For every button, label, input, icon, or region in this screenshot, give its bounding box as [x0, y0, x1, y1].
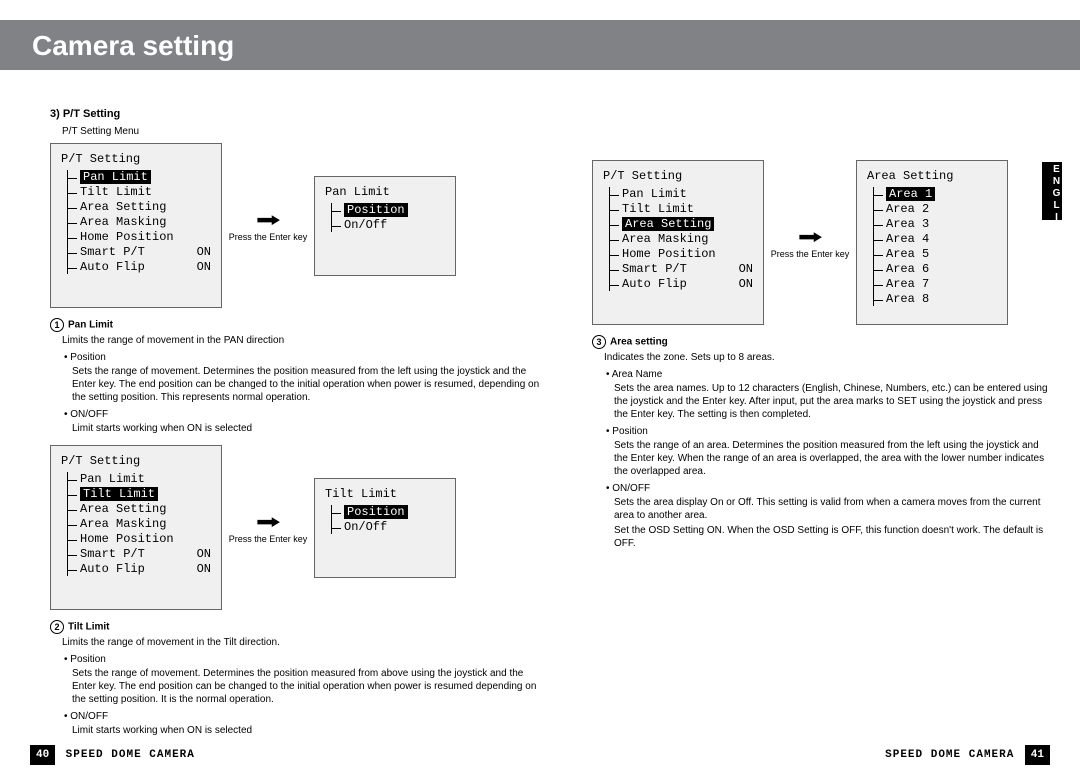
item2-b1d: Sets the range of movement. Determines t…: [72, 667, 540, 706]
menu-title: Area Setting: [867, 169, 997, 183]
item1-b2: ON/OFF: [64, 409, 540, 420]
menu-title: P/T Setting: [61, 152, 211, 166]
arrow-label: Press the Enter key: [228, 233, 308, 242]
right-column: P/T Setting Pan Limit Tilt Limit Area Se…: [592, 90, 1052, 552]
item2-b2: ON/OFF: [64, 711, 540, 722]
item-pan-limit: Pan Limit: [610, 187, 753, 201]
row-area-setting: P/T Setting Pan Limit Tilt Limit Area Se…: [592, 160, 1052, 325]
pt-menu-tilt: P/T Setting Pan Limit Tilt Limit Area Se…: [50, 445, 222, 610]
pt-menu-list: Pan Limit Tilt Limit Area Setting Area M…: [67, 170, 211, 274]
item-pan-limit: Pan Limit: [68, 170, 211, 184]
circle-3-icon: 3: [592, 335, 606, 349]
item3-b2: Position: [606, 426, 1052, 437]
footer-left: 40 SPEED DOME CAMERA: [30, 745, 201, 765]
section-heading: 3) P/T Setting: [50, 108, 540, 120]
arrow-label: Press the Enter key: [770, 250, 850, 259]
item-auto-flip: Auto FlipON: [68, 562, 211, 576]
circle-2-icon: 2: [50, 620, 64, 634]
item1-desc: Limits the range of movement in the PAN …: [62, 334, 540, 347]
item1-b2d: Limit starts working when ON is selected: [72, 422, 540, 435]
arrow-right: ➡ Press the Enter key: [222, 511, 314, 544]
item2-b1: Position: [64, 654, 540, 665]
arrow-right-icon: ➡: [798, 230, 821, 243]
circle-1-icon: 1: [50, 318, 64, 332]
item-area-setting: Area Setting: [610, 217, 753, 231]
item-position: Position: [332, 505, 445, 519]
area-2: Area 2: [874, 202, 997, 216]
item-smart-pt: Smart P/TON: [610, 262, 753, 276]
item-smart-pt: Smart P/TON: [68, 547, 211, 561]
menu-title: P/T Setting: [61, 454, 211, 468]
item-auto-flip: Auto FlipON: [68, 260, 211, 274]
row-pan-limit: P/T Setting Pan Limit Tilt Limit Area Se…: [50, 143, 540, 308]
item-home-position: Home Position: [68, 532, 211, 546]
item-home-position: Home Position: [610, 247, 753, 261]
item3-b1: Area Name: [606, 369, 1052, 380]
area-8: Area 8: [874, 292, 997, 306]
item3-b3: ON/OFF: [606, 483, 1052, 494]
item-tilt-limit: Tilt Limit: [68, 185, 211, 199]
item3-desc: Indicates the zone. Sets up to 8 areas.: [604, 351, 1052, 364]
item-area-masking: Area Masking: [68, 517, 211, 531]
item2-heading: 2Tilt Limit: [50, 620, 540, 634]
item-area-setting: Area Setting: [68, 200, 211, 214]
item3-b1d: Sets the area names. Up to 12 characters…: [614, 382, 1052, 421]
item-onoff: On/Off: [332, 218, 445, 232]
arrow-right-icon: ➡: [256, 515, 279, 528]
item-tilt-limit: Tilt Limit: [68, 487, 211, 501]
item2-desc: Limits the range of movement in the Tilt…: [62, 636, 540, 649]
item1-b1d: Sets the range of movement. Determines t…: [72, 365, 540, 404]
item-area-setting: Area Setting: [68, 502, 211, 516]
item-position: Position: [332, 203, 445, 217]
pan-limit-list: Position On/Off: [331, 203, 445, 232]
area-3: Area 3: [874, 217, 997, 231]
item3-b3d: Sets the area display On or Off. This se…: [614, 496, 1052, 522]
item3-b2d: Sets the range of an area. Determines th…: [614, 439, 1052, 478]
menu-title: P/T Setting: [603, 169, 753, 183]
arrow-right: ➡ Press the Enter key: [764, 226, 856, 259]
area-setting-menu: Area Setting Area 1 Area 2 Area 3 Area 4…: [856, 160, 1008, 325]
area-7: Area 7: [874, 277, 997, 291]
pan-limit-menu: Pan Limit Position On/Off: [314, 176, 456, 276]
item-smart-pt: Smart P/TON: [68, 245, 211, 259]
item-area-masking: Area Masking: [610, 232, 753, 246]
pt-menu-list: Pan Limit Tilt Limit Area Setting Area M…: [67, 472, 211, 576]
item-onoff: On/Off: [332, 520, 445, 534]
area-list: Area 1 Area 2 Area 3 Area 4 Area 5 Area …: [873, 187, 997, 306]
area-6: Area 6: [874, 262, 997, 276]
item-auto-flip: Auto FlipON: [610, 277, 753, 291]
menu-title: Pan Limit: [325, 185, 445, 199]
page-title: Camera setting: [0, 20, 1080, 62]
area-4: Area 4: [874, 232, 997, 246]
item-pan-limit: Pan Limit: [68, 472, 211, 486]
item1-heading: 1Pan Limit: [50, 318, 540, 332]
footer-right: SPEED DOME CAMERA 41: [879, 745, 1050, 765]
arrow-right-icon: ➡: [256, 213, 279, 226]
item1-b1: Position: [64, 352, 540, 363]
area-5: Area 5: [874, 247, 997, 261]
arrow-right: ➡ Press the Enter key: [222, 209, 314, 242]
footer-text-right: SPEED DOME CAMERA: [879, 749, 1020, 761]
item2-b2d: Limit starts working when ON is selected: [72, 724, 540, 737]
page-number-right: 41: [1025, 745, 1050, 765]
menu-label: P/T Setting Menu: [62, 126, 540, 137]
title-bar: Camera setting: [0, 20, 1080, 70]
row-tilt-limit: P/T Setting Pan Limit Tilt Limit Area Se…: [50, 445, 540, 610]
menu-title: Tilt Limit: [325, 487, 445, 501]
arrow-label: Press the Enter key: [228, 535, 308, 544]
area-1: Area 1: [874, 187, 997, 201]
item-home-position: Home Position: [68, 230, 211, 244]
left-column: 3) P/T Setting P/T Setting Menu P/T Sett…: [50, 90, 540, 739]
item3-heading: 3Area setting: [592, 335, 1052, 349]
item-area-masking: Area Masking: [68, 215, 211, 229]
pt-menu-list: Pan Limit Tilt Limit Area Setting Area M…: [609, 187, 753, 291]
page-number-left: 40: [30, 745, 55, 765]
pt-menu-area: P/T Setting Pan Limit Tilt Limit Area Se…: [592, 160, 764, 325]
item3-b3d2: Set the OSD Setting ON. When the OSD Set…: [614, 524, 1052, 550]
pt-menu-pan: P/T Setting Pan Limit Tilt Limit Area Se…: [50, 143, 222, 308]
footer-text-left: SPEED DOME CAMERA: [60, 749, 201, 761]
tilt-limit-menu: Tilt Limit Position On/Off: [314, 478, 456, 578]
item-tilt-limit: Tilt Limit: [610, 202, 753, 216]
tilt-limit-list: Position On/Off: [331, 505, 445, 534]
